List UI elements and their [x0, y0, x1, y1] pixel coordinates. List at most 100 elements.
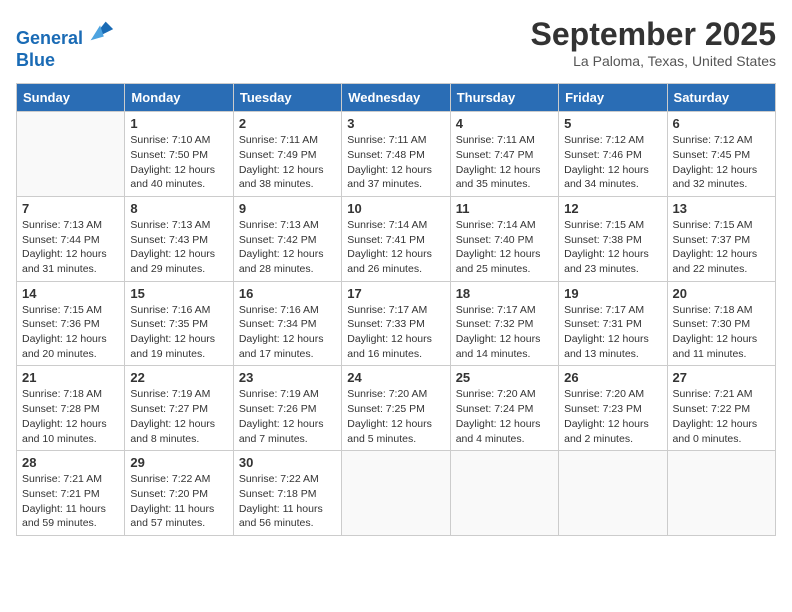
- day-number: 24: [347, 370, 444, 385]
- day-number: 1: [130, 116, 227, 131]
- calendar-cell: 9 Sunrise: 7:13 AM Sunset: 7:42 PM Daylig…: [233, 196, 341, 281]
- day-info: Sunrise: 7:17 AM Sunset: 7:32 PM Dayligh…: [456, 303, 553, 362]
- calendar-cell: 28 Sunrise: 7:21 AM Sunset: 7:21 PM Dayli…: [17, 451, 125, 536]
- day-number: 13: [673, 201, 770, 216]
- day-number: 4: [456, 116, 553, 131]
- day-number: 5: [564, 116, 661, 131]
- calendar-cell: 15 Sunrise: 7:16 AM Sunset: 7:35 PM Dayli…: [125, 281, 233, 366]
- calendar-cell: 7Sunrise: 7:13 AM Sunset: 7:44 PM Daylig…: [17, 196, 125, 281]
- week-row-4: 21Sunrise: 7:18 AM Sunset: 7:28 PM Dayli…: [17, 366, 776, 451]
- weekday-header-friday: Friday: [559, 84, 667, 112]
- day-info: Sunrise: 7:13 AM Sunset: 7:42 PM Dayligh…: [239, 218, 336, 277]
- day-number: 20: [673, 286, 770, 301]
- day-info: Sunrise: 7:15 AM Sunset: 7:37 PM Dayligh…: [673, 218, 770, 277]
- day-number: 28: [22, 455, 119, 470]
- logo-blue: Blue: [16, 50, 115, 72]
- page-header: General Blue September 2025 La Paloma, T…: [16, 16, 776, 71]
- day-info: Sunrise: 7:11 AM Sunset: 7:49 PM Dayligh…: [239, 133, 336, 192]
- day-number: 15: [130, 286, 227, 301]
- day-info: Sunrise: 7:19 AM Sunset: 7:27 PM Dayligh…: [130, 387, 227, 446]
- calendar-cell: 21Sunrise: 7:18 AM Sunset: 7:28 PM Dayli…: [17, 366, 125, 451]
- day-number: 23: [239, 370, 336, 385]
- day-info: Sunrise: 7:13 AM Sunset: 7:43 PM Dayligh…: [130, 218, 227, 277]
- day-info: Sunrise: 7:14 AM Sunset: 7:40 PM Dayligh…: [456, 218, 553, 277]
- day-number: 6: [673, 116, 770, 131]
- month-title: September 2025: [531, 16, 776, 53]
- calendar-cell: 1 Sunrise: 7:10 AM Sunset: 7:50 PM Daylig…: [125, 112, 233, 197]
- calendar-cell: 14Sunrise: 7:15 AM Sunset: 7:36 PM Dayli…: [17, 281, 125, 366]
- day-number: 25: [456, 370, 553, 385]
- day-number: 8: [130, 201, 227, 216]
- day-info: Sunrise: 7:12 AM Sunset: 7:46 PM Dayligh…: [564, 133, 661, 192]
- day-info: Sunrise: 7:19 AM Sunset: 7:26 PM Dayligh…: [239, 387, 336, 446]
- day-info: Sunrise: 7:21 AM Sunset: 7:21 PM Dayligh…: [22, 472, 119, 531]
- calendar-cell: 20 Sunrise: 7:18 AM Sunset: 7:30 PM Dayli…: [667, 281, 775, 366]
- day-info: Sunrise: 7:18 AM Sunset: 7:30 PM Dayligh…: [673, 303, 770, 362]
- location: La Paloma, Texas, United States: [531, 53, 776, 69]
- day-info: Sunrise: 7:16 AM Sunset: 7:35 PM Dayligh…: [130, 303, 227, 362]
- day-info: Sunrise: 7:22 AM Sunset: 7:20 PM Dayligh…: [130, 472, 227, 531]
- day-info: Sunrise: 7:22 AM Sunset: 7:18 PM Dayligh…: [239, 472, 336, 531]
- calendar-cell: 23 Sunrise: 7:19 AM Sunset: 7:26 PM Dayli…: [233, 366, 341, 451]
- calendar-cell: [559, 451, 667, 536]
- day-info: Sunrise: 7:16 AM Sunset: 7:34 PM Dayligh…: [239, 303, 336, 362]
- day-info: Sunrise: 7:11 AM Sunset: 7:47 PM Dayligh…: [456, 133, 553, 192]
- day-number: 26: [564, 370, 661, 385]
- day-number: 9: [239, 201, 336, 216]
- day-number: 22: [130, 370, 227, 385]
- calendar-cell: 19Sunrise: 7:17 AM Sunset: 7:31 PM Dayli…: [559, 281, 667, 366]
- day-number: 30: [239, 455, 336, 470]
- calendar-cell: 17Sunrise: 7:17 AM Sunset: 7:33 PM Dayli…: [342, 281, 450, 366]
- day-info: Sunrise: 7:11 AM Sunset: 7:48 PM Dayligh…: [347, 133, 444, 192]
- logo: General Blue: [16, 16, 115, 71]
- calendar-cell: 10Sunrise: 7:14 AM Sunset: 7:41 PM Dayli…: [342, 196, 450, 281]
- day-info: Sunrise: 7:10 AM Sunset: 7:50 PM Dayligh…: [130, 133, 227, 192]
- calendar-cell: [342, 451, 450, 536]
- calendar-cell: [450, 451, 558, 536]
- day-info: Sunrise: 7:21 AM Sunset: 7:22 PM Dayligh…: [673, 387, 770, 446]
- calendar-cell: 16 Sunrise: 7:16 AM Sunset: 7:34 PM Dayli…: [233, 281, 341, 366]
- calendar-cell: 26 Sunrise: 7:20 AM Sunset: 7:23 PM Dayli…: [559, 366, 667, 451]
- weekday-header-tuesday: Tuesday: [233, 84, 341, 112]
- calendar-cell: 18Sunrise: 7:17 AM Sunset: 7:32 PM Dayli…: [450, 281, 558, 366]
- calendar-cell: [667, 451, 775, 536]
- weekday-header-row: SundayMondayTuesdayWednesdayThursdayFrid…: [17, 84, 776, 112]
- weekday-header-wednesday: Wednesday: [342, 84, 450, 112]
- calendar-cell: 4 Sunrise: 7:11 AM Sunset: 7:47 PM Daylig…: [450, 112, 558, 197]
- calendar-cell: 6 Sunrise: 7:12 AM Sunset: 7:45 PM Daylig…: [667, 112, 775, 197]
- calendar-cell: 3 Sunrise: 7:11 AM Sunset: 7:48 PM Daylig…: [342, 112, 450, 197]
- weekday-header-sunday: Sunday: [17, 84, 125, 112]
- calendar-cell: 29Sunrise: 7:22 AM Sunset: 7:20 PM Dayli…: [125, 451, 233, 536]
- week-row-5: 28 Sunrise: 7:21 AM Sunset: 7:21 PM Dayli…: [17, 451, 776, 536]
- day-number: 19: [564, 286, 661, 301]
- calendar-cell: [17, 112, 125, 197]
- logo-icon: [87, 16, 115, 44]
- calendar-cell: 5 Sunrise: 7:12 AM Sunset: 7:46 PM Daylig…: [559, 112, 667, 197]
- day-info: Sunrise: 7:20 AM Sunset: 7:23 PM Dayligh…: [564, 387, 661, 446]
- day-info: Sunrise: 7:20 AM Sunset: 7:25 PM Dayligh…: [347, 387, 444, 446]
- week-row-1: 1 Sunrise: 7:10 AM Sunset: 7:50 PM Daylig…: [17, 112, 776, 197]
- day-number: 10: [347, 201, 444, 216]
- calendar-cell: 22 Sunrise: 7:19 AM Sunset: 7:27 PM Dayli…: [125, 366, 233, 451]
- calendar-cell: 13 Sunrise: 7:15 AM Sunset: 7:37 PM Dayli…: [667, 196, 775, 281]
- day-number: 16: [239, 286, 336, 301]
- day-number: 12: [564, 201, 661, 216]
- day-number: 3: [347, 116, 444, 131]
- weekday-header-saturday: Saturday: [667, 84, 775, 112]
- day-info: Sunrise: 7:15 AM Sunset: 7:36 PM Dayligh…: [22, 303, 119, 362]
- day-number: 17: [347, 286, 444, 301]
- week-row-2: 7Sunrise: 7:13 AM Sunset: 7:44 PM Daylig…: [17, 196, 776, 281]
- calendar-cell: 25Sunrise: 7:20 AM Sunset: 7:24 PM Dayli…: [450, 366, 558, 451]
- calendar-cell: 2 Sunrise: 7:11 AM Sunset: 7:49 PM Daylig…: [233, 112, 341, 197]
- day-info: Sunrise: 7:15 AM Sunset: 7:38 PM Dayligh…: [564, 218, 661, 277]
- day-number: 2: [239, 116, 336, 131]
- logo-general: General: [16, 28, 83, 48]
- calendar-cell: 8 Sunrise: 7:13 AM Sunset: 7:43 PM Daylig…: [125, 196, 233, 281]
- calendar-cell: 24 Sunrise: 7:20 AM Sunset: 7:25 PM Dayli…: [342, 366, 450, 451]
- week-row-3: 14Sunrise: 7:15 AM Sunset: 7:36 PM Dayli…: [17, 281, 776, 366]
- day-info: Sunrise: 7:12 AM Sunset: 7:45 PM Dayligh…: [673, 133, 770, 192]
- calendar-cell: 11Sunrise: 7:14 AM Sunset: 7:40 PM Dayli…: [450, 196, 558, 281]
- day-number: 7: [22, 201, 119, 216]
- calendar-table: SundayMondayTuesdayWednesdayThursdayFrid…: [16, 83, 776, 536]
- day-number: 27: [673, 370, 770, 385]
